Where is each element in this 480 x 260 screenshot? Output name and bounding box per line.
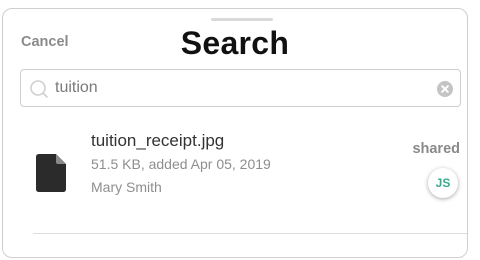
- search-bar[interactable]: [20, 69, 461, 107]
- file-meta: 51.5 KB, added Apr 05, 2019: [91, 156, 271, 172]
- clear-icon[interactable]: [437, 81, 453, 97]
- file-size: 51.5 KB: [91, 156, 141, 172]
- sheet-grabber[interactable]: [211, 18, 273, 21]
- search-sheet: Cancel Search tuition_receipt.jpg 51.5 K…: [2, 8, 468, 258]
- file-added-date: added Apr 05, 2019: [148, 156, 271, 172]
- file-icon: [36, 154, 66, 192]
- file-name: tuition_receipt.jpg: [91, 131, 225, 150]
- file-list-item[interactable]: tuition_receipt.jpg 51.5 KB, added Apr 0…: [3, 127, 467, 217]
- search-icon: [30, 80, 48, 98]
- file-owner: Mary Smith: [91, 179, 162, 195]
- page-title: Search: [180, 25, 290, 61]
- avatar[interactable]: JS: [428, 168, 458, 198]
- divider: [33, 233, 467, 234]
- shared-label: shared: [412, 141, 460, 157]
- search-input[interactable]: [55, 75, 415, 101]
